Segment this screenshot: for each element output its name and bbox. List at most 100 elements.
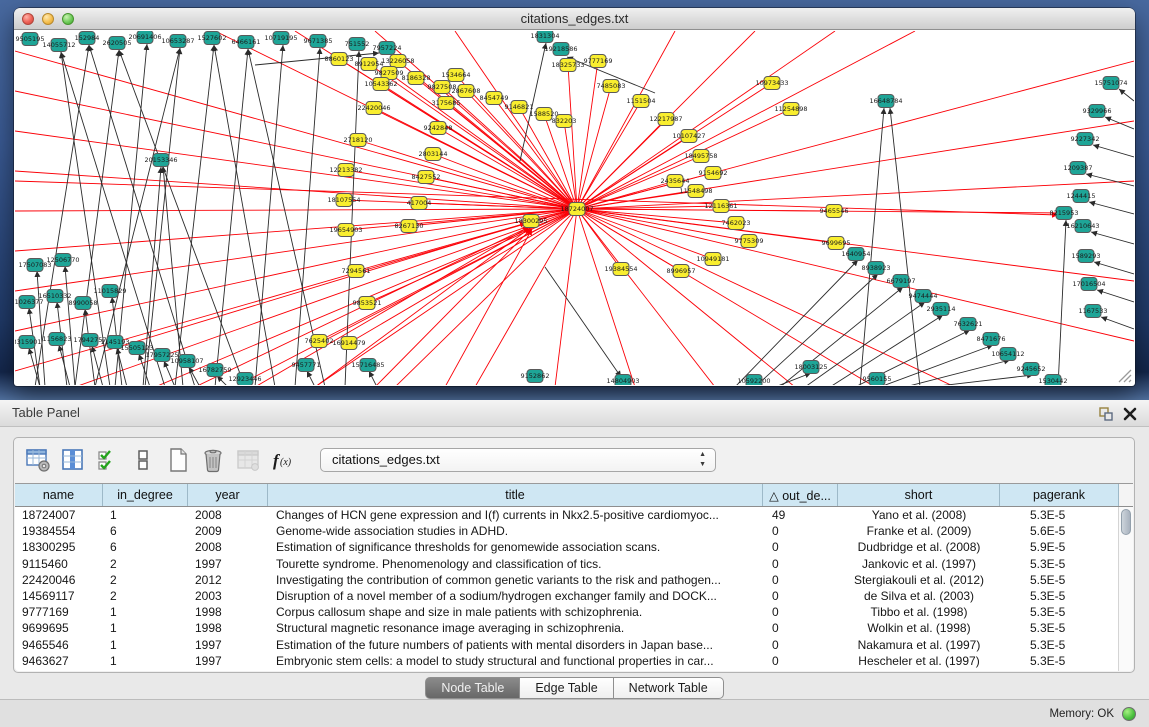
citation-edge-red[interactable] (577, 209, 715, 385)
cell-short[interactable]: Dudbridge et al. (2008) (838, 540, 1000, 554)
cell-in_degree[interactable]: 2 (103, 573, 188, 587)
citation-edge-black[interactable] (890, 108, 920, 385)
cell-title[interactable]: Corpus callosum shape and size in male p… (268, 605, 763, 619)
table-row[interactable]: 1456911722003Disruption of a novel membe… (15, 588, 1133, 604)
citation-edge-red[interactable] (577, 31, 835, 209)
zoom-window-button[interactable] (62, 13, 74, 25)
cell-name[interactable]: 14569117 (15, 589, 103, 603)
select-all-button[interactable] (94, 446, 122, 474)
cell-name[interactable]: 19384554 (15, 524, 103, 538)
tab-network-table[interactable]: Network Table (614, 677, 724, 699)
citation-edge-red[interactable] (577, 61, 598, 209)
cell-pagerank[interactable]: 5.6E-5 (1000, 524, 1119, 538)
cell-name[interactable]: 9777169 (15, 605, 103, 619)
cell-out_degree[interactable]: 0 (763, 621, 838, 635)
citation-edge-red[interactable] (315, 209, 577, 385)
cell-pagerank[interactable]: 5.3E-5 (1000, 621, 1119, 635)
citation-edge-black[interactable] (1119, 89, 1134, 101)
cell-name[interactable]: 9463627 (15, 654, 103, 668)
scrollbar-thumb[interactable] (1121, 509, 1131, 535)
cell-in_degree[interactable]: 2 (103, 589, 188, 603)
cell-year[interactable]: 1998 (188, 605, 268, 619)
cell-in_degree[interactable]: 6 (103, 524, 188, 538)
cell-out_degree[interactable]: 0 (763, 573, 838, 587)
cell-title[interactable]: Estimation of the future numbers of pati… (268, 638, 763, 652)
unselect-all-button[interactable] (129, 446, 157, 474)
citation-edge-red[interactable] (15, 209, 577, 291)
cell-short[interactable]: Jankovic et al. (1997) (838, 557, 1000, 571)
cell-year[interactable]: 2009 (188, 524, 268, 538)
citation-edge-black[interactable] (217, 376, 228, 385)
citation-edge-black[interactable] (1058, 220, 1066, 385)
citation-edge-red[interactable] (445, 229, 532, 385)
cell-short[interactable]: Yano et al. (2008) (838, 508, 1000, 522)
cell-out_degree[interactable]: 0 (763, 524, 838, 538)
tab-edge-table[interactable]: Edge Table (520, 677, 613, 699)
citation-edge-black[interactable] (307, 371, 315, 385)
cell-in_degree[interactable]: 1 (103, 638, 188, 652)
cell-title[interactable]: Disruption of a novel member of a sodium… (268, 589, 763, 603)
table-row[interactable]: 1938455462009Genome-wide association stu… (15, 523, 1133, 539)
cell-out_degree[interactable]: 49 (763, 508, 838, 522)
cell-pagerank[interactable]: 5.5E-5 (1000, 573, 1119, 587)
network-window[interactable]: citations_edges.txt 95051951405571215298… (14, 8, 1135, 386)
citation-edge-black[interactable] (1093, 145, 1134, 157)
citation-edge-red[interactable] (315, 228, 530, 385)
cell-title[interactable]: Genome-wide association studies in ADHD. (268, 524, 763, 538)
table-row[interactable]: 911546021997Tourette syndrome. Phenomeno… (15, 556, 1133, 572)
cell-year[interactable]: 2008 (188, 508, 268, 522)
table-mode-button[interactable] (24, 446, 52, 474)
float-window-icon[interactable] (1097, 405, 1115, 423)
citation-edge-red[interactable] (15, 51, 577, 209)
citation-edge-red[interactable] (577, 209, 836, 243)
cell-name[interactable]: 9115460 (15, 557, 103, 571)
citation-edge-black[interactable] (345, 51, 359, 385)
cell-in_degree[interactable]: 2 (103, 557, 188, 571)
cell-short[interactable]: Franke et al. (2009) (838, 524, 1000, 538)
cell-year[interactable]: 1998 (188, 621, 268, 635)
citation-edge-red[interactable] (577, 209, 635, 385)
close-window-button[interactable] (22, 13, 34, 25)
close-icon[interactable] (1121, 405, 1139, 423)
citation-edge-black[interactable] (1105, 117, 1134, 129)
cell-name[interactable]: 18724007 (15, 508, 103, 522)
cell-name[interactable]: 18300295 (15, 540, 103, 554)
table-scrollbar[interactable] (1118, 507, 1133, 671)
memory-status-indicator[interactable] (1122, 707, 1136, 721)
table-row[interactable]: 946362711997Embryonic stem cells: a mode… (15, 653, 1133, 669)
cell-pagerank[interactable]: 5.3E-5 (1000, 605, 1119, 619)
cell-name[interactable]: 9699695 (15, 621, 103, 635)
column-header-out_degree[interactable]: △ out_de... (763, 484, 838, 506)
cell-name[interactable]: 22420046 (15, 573, 103, 587)
citation-edge-black[interactable] (1091, 232, 1134, 244)
citation-edge-red[interactable] (15, 181, 1058, 215)
window-resize-grip[interactable] (1116, 367, 1132, 383)
cell-short[interactable]: Stergiakouli et al. (2012) (838, 573, 1000, 587)
citation-edge-black[interactable] (905, 360, 1010, 385)
tab-node-table[interactable]: Node Table (425, 677, 520, 699)
citation-edge-black[interactable] (115, 44, 147, 385)
citation-edge-black[interactable] (369, 371, 377, 385)
cell-year[interactable]: 1997 (188, 638, 268, 652)
cell-pagerank[interactable]: 5.3E-5 (1000, 638, 1119, 652)
citation-edge-black[interactable] (65, 266, 75, 385)
cell-in_degree[interactable]: 6 (103, 540, 188, 554)
cell-title[interactable]: Estimation of significance thresholds fo… (268, 540, 763, 554)
network-canvas[interactable]: 9505195140557121529842620505206914061065… (15, 31, 1134, 385)
citation-edge-black[interactable] (1101, 317, 1134, 329)
import-table-button[interactable] (234, 446, 262, 474)
citation-edge-red[interactable] (577, 209, 955, 385)
citation-edge-red[interactable] (577, 119, 666, 209)
show-columns-button[interactable] (59, 446, 87, 474)
table-row[interactable]: 977716911998Corpus callosum shape and si… (15, 604, 1133, 620)
window-titlebar[interactable]: citations_edges.txt (14, 8, 1135, 30)
cell-year[interactable]: 1997 (188, 557, 268, 571)
cell-pagerank[interactable]: 5.3E-5 (1000, 654, 1119, 668)
cell-out_degree[interactable]: 0 (763, 589, 838, 603)
cell-in_degree[interactable]: 1 (103, 508, 188, 522)
citation-edge-red[interactable] (577, 209, 1134, 341)
function-builder-button[interactable]: f (x) (269, 446, 297, 474)
citation-edge-black[interactable] (1086, 174, 1134, 186)
citation-edge-black[interactable] (1089, 202, 1134, 214)
citation-edge-red[interactable] (577, 209, 736, 223)
